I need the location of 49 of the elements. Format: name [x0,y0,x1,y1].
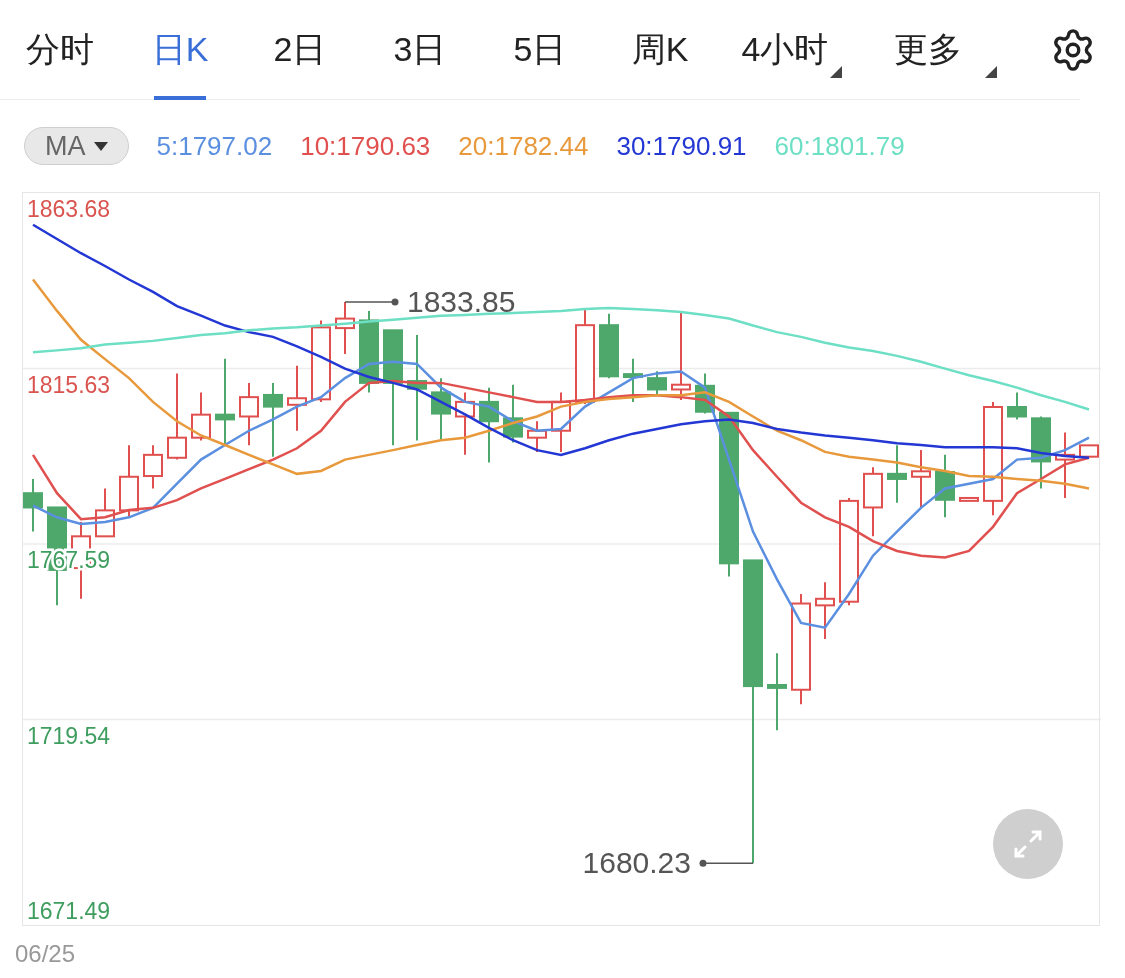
moving-average-value: 60:1801.79 [774,129,905,163]
tab[interactable]: 更多 [850,0,1005,100]
expand-icon [1013,829,1043,859]
tab[interactable]: 3日 [360,0,480,100]
candlestick [887,444,907,504]
candlestick [527,420,547,453]
axis-label: 1863.68 [27,196,111,223]
candlestick [911,449,931,509]
candlestick [815,581,835,640]
candlestick [1007,391,1027,421]
candlestick [623,357,643,403]
candlestick [191,391,211,442]
axis-label: 1815.63 [27,371,111,398]
candlestick [959,496,979,502]
candlestick [23,477,43,533]
caret-icon [93,141,108,151]
candlestick [695,372,715,415]
price-marker: 1680.23 [582,846,691,880]
moving-average-value: 30:1790.91 [616,129,747,163]
tab[interactable]: 日K [120,0,240,100]
moving-average-value: 10:1790.63 [300,129,431,163]
candlestick [599,312,619,380]
candlestick [95,487,115,538]
candlestick [863,466,883,538]
candlestick [335,300,355,356]
axis-label: 1719.54 [27,722,111,749]
tab[interactable]: 5日 [480,0,600,100]
leader-line [699,859,754,867]
candlestick [647,370,667,396]
axis-label: 1671.49 [27,898,111,925]
candlestick [287,364,307,432]
price-marker: 1833.85 [407,284,516,318]
indicator-dropdown[interactable]: MA [24,127,129,165]
candlestick [239,381,259,447]
tab[interactable]: 周K [600,0,720,100]
moving-average-value: 20:1782.44 [458,129,589,163]
candlestick [431,377,451,442]
candlestick [143,444,163,490]
tab[interactable]: 2日 [240,0,360,100]
candlestick [551,391,571,453]
candlestick [455,391,475,456]
tab[interactable]: 4小时 [720,0,850,100]
candlestick [1055,431,1075,499]
candlestick [935,453,955,519]
date-label: 06/25 [15,940,76,967]
leader-line [344,298,399,306]
candlestick [503,383,523,444]
tab[interactable]: 分时 [0,0,120,100]
moving-average-value: 5:1797.02 [156,129,273,163]
